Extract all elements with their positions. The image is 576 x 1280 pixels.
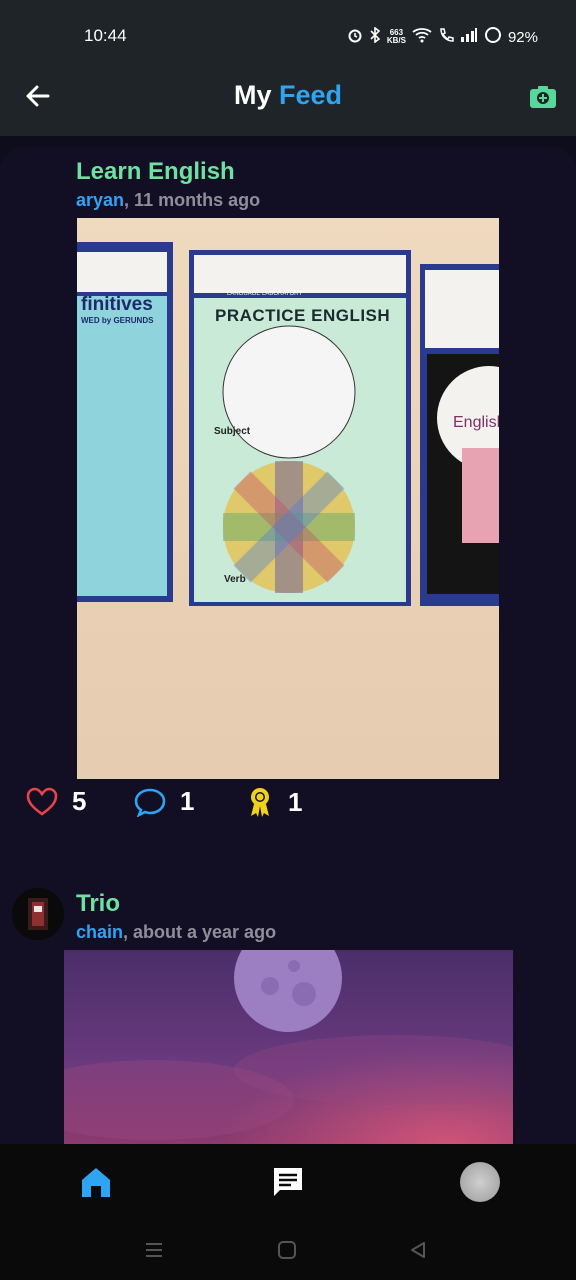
post-time: , 11 months ago — [124, 190, 261, 210]
post-meta: chain, about a year ago — [76, 922, 276, 943]
chart-title: PRACTICE ENGLISH — [215, 306, 391, 325]
poster-heading: finitives — [81, 294, 153, 315]
award-icon — [251, 788, 269, 817]
back-button-icon[interactable] — [408, 1240, 428, 1260]
signal-icon — [460, 27, 478, 47]
speed-unit: KB/S — [386, 36, 406, 45]
nav-chat[interactable] — [268, 1162, 308, 1202]
poster-subheading: WED by GERUNDS — [81, 316, 154, 325]
comment-icon — [134, 788, 166, 817]
bluetooth-icon — [369, 26, 381, 47]
nav-home[interactable] — [76, 1162, 116, 1202]
status-bar: 10:44 663 KB/S 92% — [0, 0, 576, 60]
wifi-icon — [412, 27, 432, 47]
heart-icon — [26, 787, 58, 816]
battery-icon — [484, 26, 502, 48]
comment-count: 1 — [180, 786, 195, 816]
like-count: 5 — [72, 786, 87, 816]
page-title: My Feed — [0, 80, 576, 111]
comment-button[interactable]: 1 — [134, 786, 194, 817]
chat-icon — [274, 1168, 302, 1196]
home-button-icon[interactable] — [277, 1240, 297, 1260]
bottom-nav — [0, 1144, 576, 1220]
post-username[interactable]: chain — [76, 922, 123, 942]
post-image[interactable]: finitives WED by GERUNDS LANGUAGE LABORA… — [77, 218, 499, 779]
award-count: 1 — [288, 786, 303, 817]
post-title[interactable]: Trio — [76, 890, 120, 918]
like-button[interactable]: 5 — [26, 786, 86, 817]
nav-profile[interactable] — [460, 1162, 500, 1202]
post-image[interactable] — [64, 950, 513, 1144]
moon-photo — [64, 950, 513, 1144]
avatar — [460, 1162, 500, 1202]
status-time: 10:44 — [84, 26, 127, 45]
right-poster-text: English — [453, 414, 499, 431]
post-title[interactable]: Learn English — [76, 158, 235, 186]
post-time: , about a year ago — [123, 922, 277, 942]
verb-label: Verb — [224, 574, 246, 585]
app-bar: My Feed — [0, 60, 576, 136]
page-title-feed: Feed — [279, 80, 343, 110]
post-username[interactable]: aryan — [76, 190, 124, 210]
page-title-my: My — [233, 80, 272, 110]
home-icon — [82, 1168, 110, 1197]
lab-label: LANGUAGE LABORATORY — [227, 291, 303, 297]
feed-list[interactable]: Learn English aryan, 11 months ago finit… — [0, 146, 576, 1144]
camera-icon[interactable] — [528, 82, 558, 112]
avatar[interactable] — [12, 888, 64, 940]
post-actions: 5 1 1 — [0, 786, 576, 826]
subject-label: Subject — [214, 426, 251, 437]
network-speed: 663 KB/S — [387, 29, 406, 45]
battery-percent: 92% — [507, 28, 538, 46]
system-nav-bar — [0, 1220, 576, 1280]
status-icons: 663 KB/S 92% — [347, 26, 538, 48]
award-button[interactable]: 1 — [246, 786, 302, 818]
post-meta: aryan, 11 months ago — [76, 190, 260, 211]
call-icon — [438, 27, 454, 47]
recents-icon[interactable] — [144, 1240, 164, 1260]
alarm-icon — [347, 27, 363, 47]
